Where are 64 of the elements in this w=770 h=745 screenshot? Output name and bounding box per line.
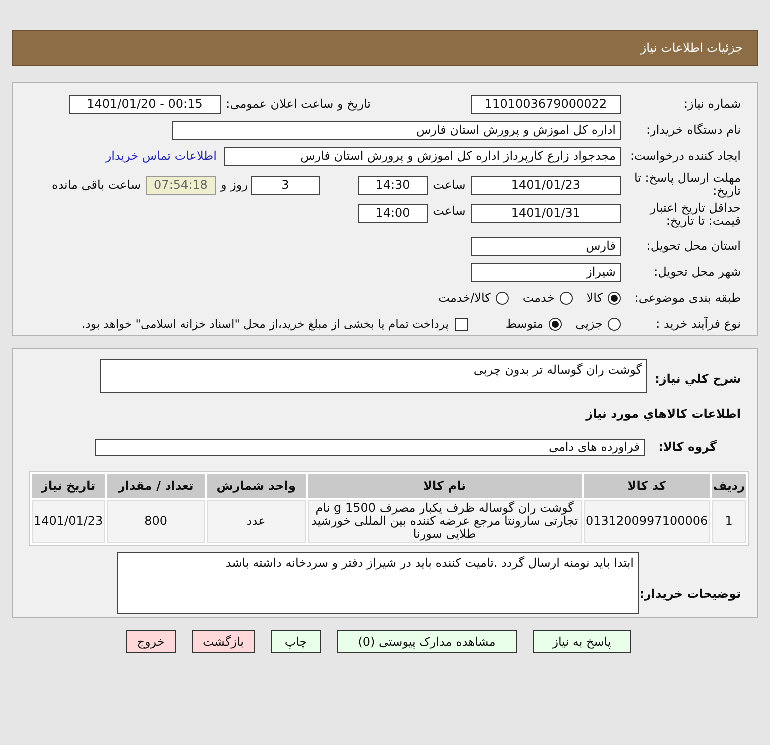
- field-label: شماره نیاز:: [683, 98, 741, 110]
- option-label: جزیی: [576, 317, 603, 331]
- text-field[interactable]: 1401/01/31: [471, 204, 621, 223]
- column-header: واحد شمارش: [207, 474, 306, 498]
- field-label: ساعت: [432, 204, 467, 218]
- table-cell: عدد: [207, 500, 306, 543]
- field-label: ساعت: [432, 178, 467, 192]
- field-label: روز و: [223, 178, 248, 192]
- text-field[interactable]: 1401/01/23: [471, 176, 621, 194]
- notes-field[interactable]: ابتدا باید نومنه ارسال گردد .تامیت کننده باید در شیراز دفتر و سردخانه داشته باشد: [117, 552, 639, 614]
- table-cell: 1: [712, 500, 746, 543]
- option-label: کالا/خدمت: [438, 291, 491, 305]
- field-label: نوع فرآیند خرید :: [655, 318, 741, 330]
- action-button[interactable]: خروج: [126, 630, 176, 653]
- field-label: طبقه بندی موضوعی:: [634, 292, 741, 304]
- checkbox[interactable]: [454, 318, 468, 330]
- text-field[interactable]: 14:30: [358, 176, 428, 194]
- column-header: تعداد / مقدار: [107, 474, 205, 498]
- table-cell: 800: [107, 500, 205, 543]
- option-label: کالا: [586, 291, 603, 305]
- radio-button[interactable]: [496, 292, 509, 304]
- text-field[interactable]: 14:00: [358, 204, 428, 223]
- option-label: متوسط: [506, 317, 544, 331]
- action-button[interactable]: پاسخ به نیاز: [533, 630, 631, 653]
- section-label: شرح کلي نياز:: [654, 372, 741, 386]
- page-title: جزئیات اطلاعات نیاز: [640, 41, 743, 55]
- section-label: گروه کالا:: [658, 440, 717, 454]
- action-button[interactable]: چاپ: [271, 630, 321, 653]
- text-field[interactable]: اداره کل اموزش و پرورش استان فارس: [172, 120, 621, 140]
- text-field[interactable]: 1101003679000022: [471, 94, 621, 114]
- field-label: استان محل تحویل:: [646, 240, 741, 252]
- text-field[interactable]: 00:15 - 1401/01/20: [69, 94, 221, 114]
- description-field[interactable]: گوشت ران گوساله تر بدون چربی: [100, 359, 647, 393]
- radio-button[interactable]: [608, 292, 621, 304]
- field-label: ایجاد کننده درخواست:: [629, 150, 741, 162]
- table-cell: 1401/01/23: [32, 500, 106, 543]
- field-label: تاریخ و ساعت اعلان عمومی:: [225, 97, 371, 111]
- checkbox-label: پرداخت تمام یا بخشی از مبلغ خرید،از محل "اسناد خزانه اسلامی" خواهد بود.: [82, 317, 449, 331]
- text-field[interactable]: فراورده های دامی: [95, 438, 645, 456]
- text-field[interactable]: مجدجواد زارع کارپرداز اداره کل اموزش و پرورش استان فارس: [224, 146, 621, 166]
- action-button[interactable]: مشاهده مدارک پیوستی (0): [337, 630, 517, 653]
- text-field[interactable]: 3: [251, 176, 320, 194]
- field-label: شهر محل تحویل:: [653, 266, 741, 278]
- column-header: ردیف: [712, 474, 746, 498]
- text-field[interactable]: فارس: [471, 236, 621, 256]
- contact-link[interactable]: اطلاعات تماس خریدار: [106, 149, 217, 163]
- text-field[interactable]: شیراز: [471, 262, 621, 282]
- column-header: کد کالا: [584, 474, 710, 498]
- field-label: حداقل تاریخ اعتبار قیمت: تا تاریخ:: [648, 202, 741, 228]
- column-header: تاریخ نیاز: [32, 474, 106, 498]
- section-label: توضیحات خریدار:: [639, 587, 741, 601]
- radio-button[interactable]: [548, 318, 562, 330]
- radio-button[interactable]: [608, 318, 621, 330]
- column-header: نام کالا: [308, 474, 582, 498]
- table-cell: گوشت ران گوساله ظرف یکبار مصرف 1500 g نام تجارتی سارونتا مرجع عرضه کننده بین المللی خورشید طلایی سورنا: [308, 500, 582, 543]
- section-heading: اطلاعات کالاهاي مورد نياز: [586, 407, 741, 421]
- action-button[interactable]: بازگشت: [192, 630, 255, 653]
- option-label: خدمت: [522, 291, 555, 305]
- countdown-field: 07:54:18: [146, 176, 216, 194]
- radio-button[interactable]: [560, 292, 573, 304]
- field-label: مهلت ارسال پاسخ: تا تاریخ:: [633, 172, 741, 198]
- field-label: ساعت باقی مانده: [52, 178, 141, 192]
- table-cell: 0131200997100006: [584, 500, 710, 543]
- field-label: نام دستگاه خریدار:: [646, 124, 741, 136]
